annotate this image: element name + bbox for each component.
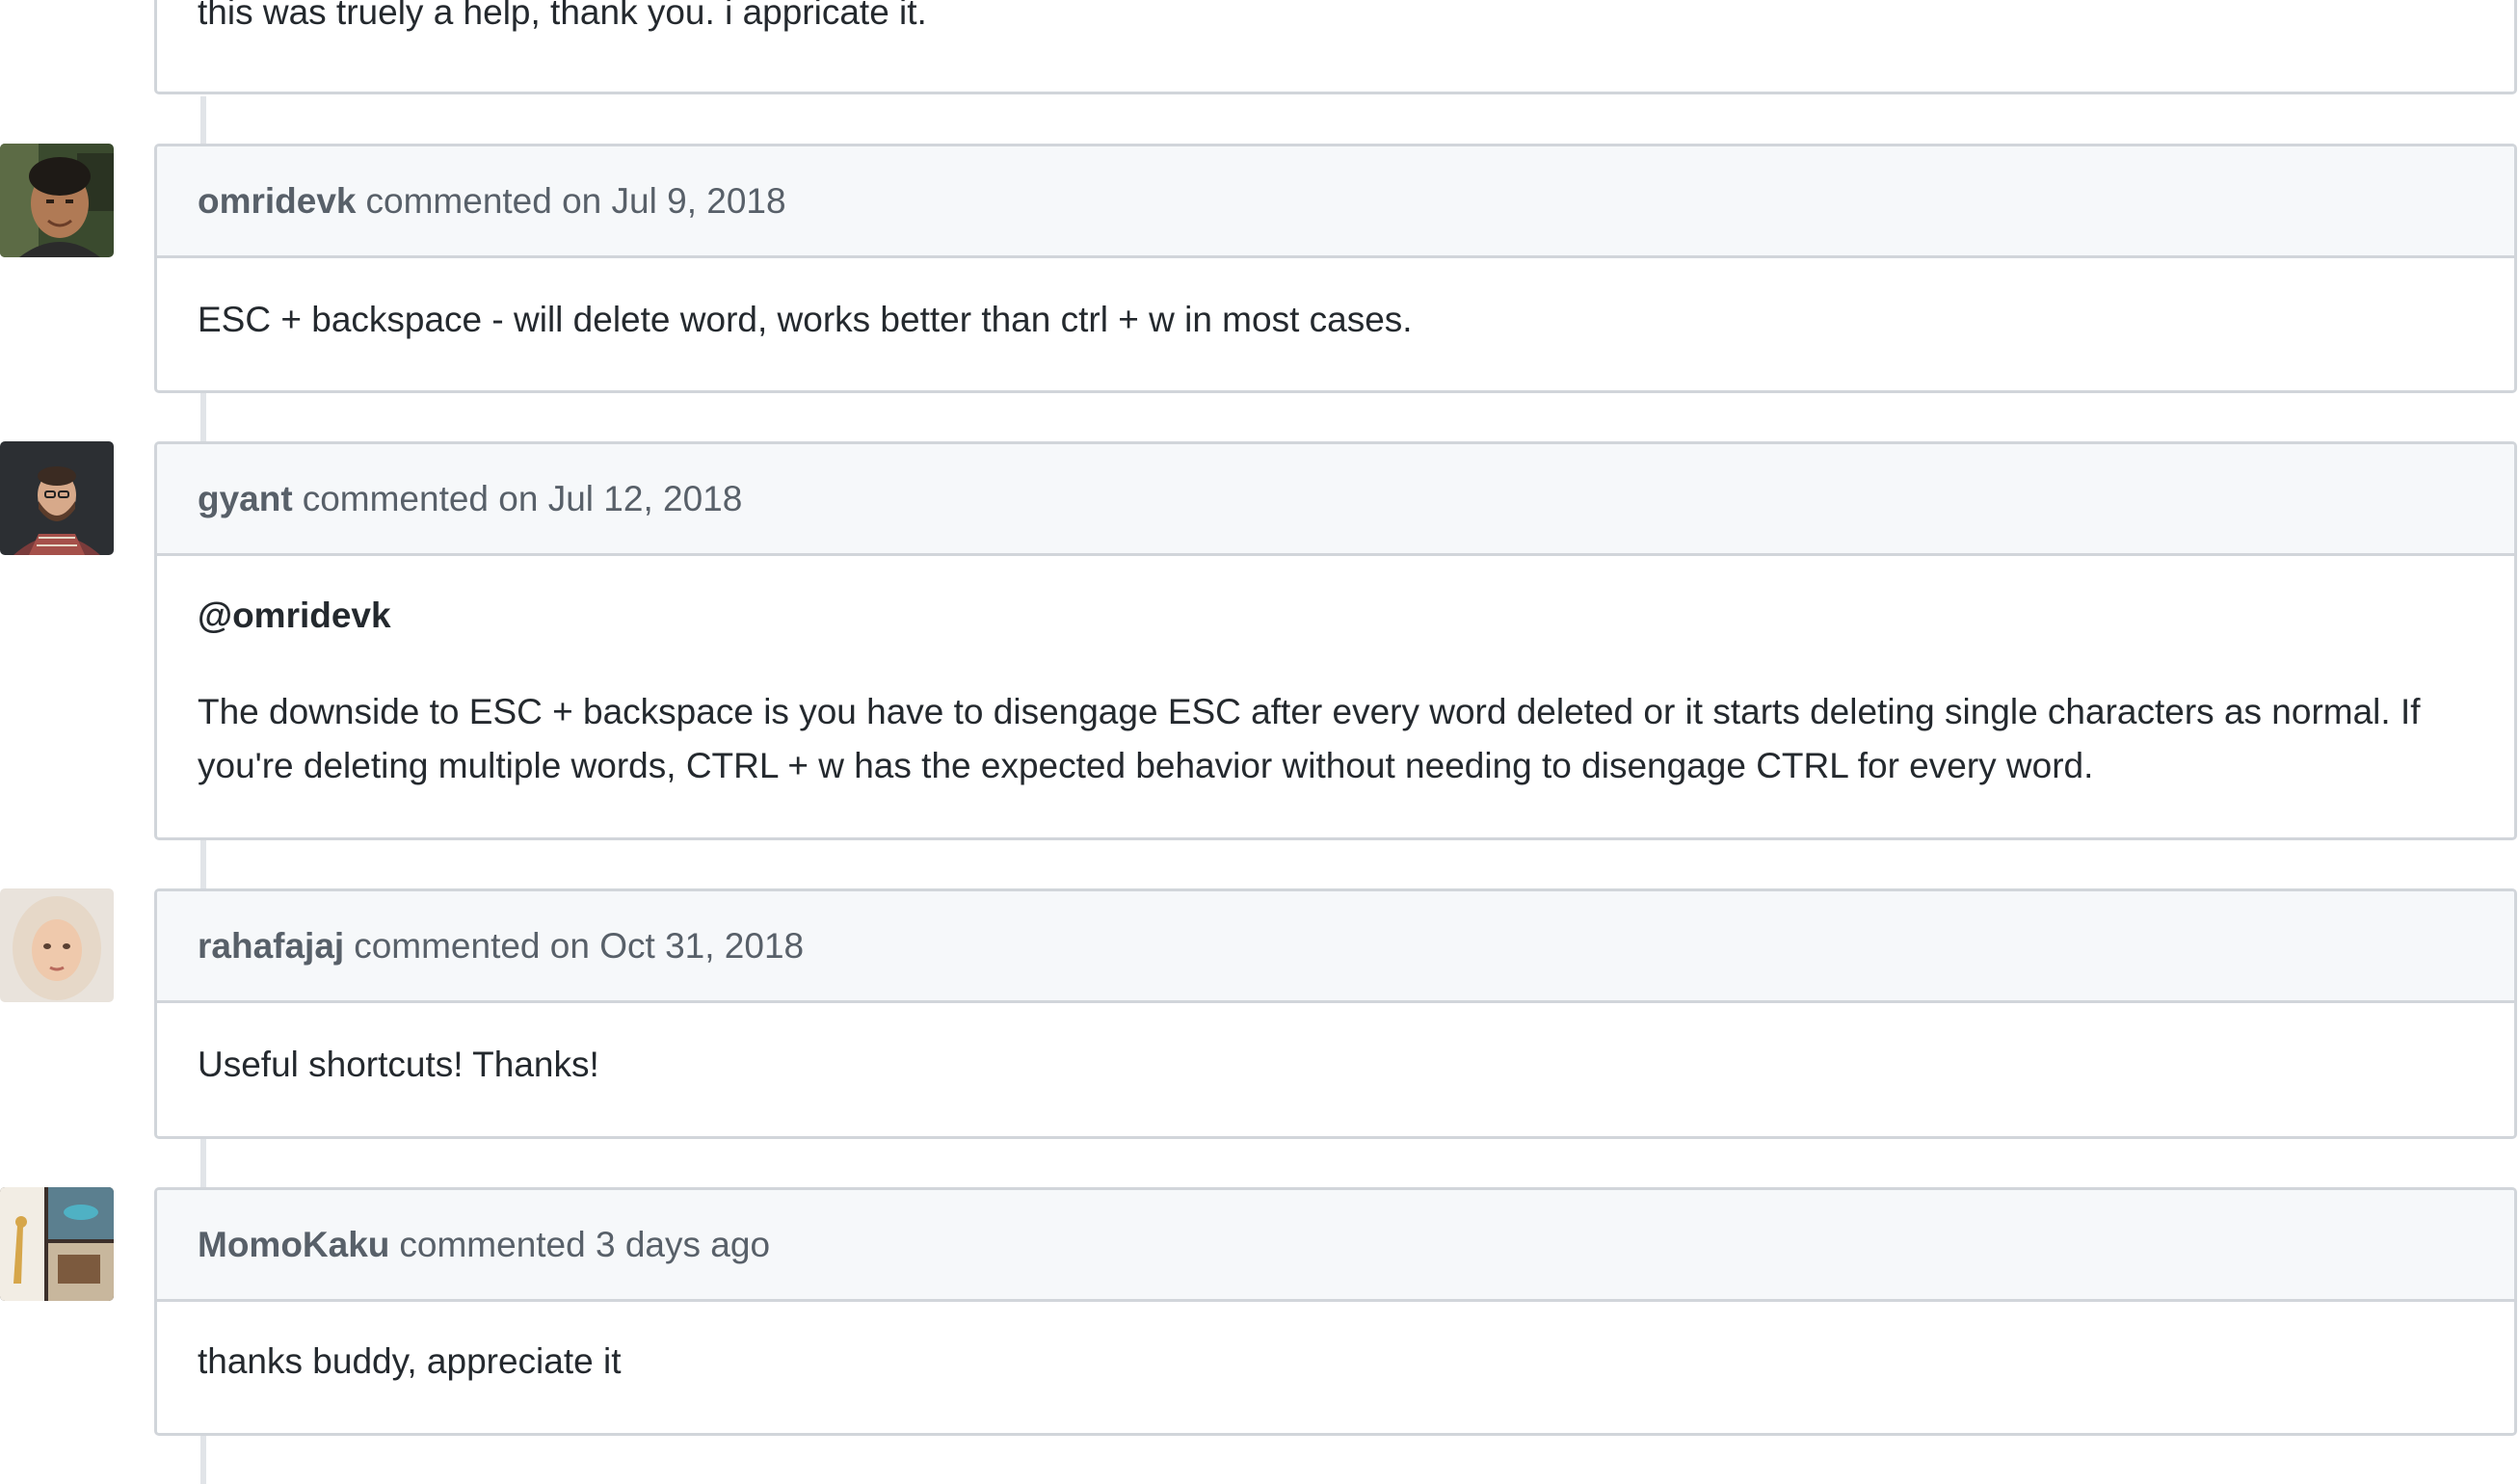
comment-body: ESC + backspace - will delete word, work… [198,300,1413,339]
avatar[interactable] [0,441,114,555]
comment-author-link[interactable]: gyant [198,479,293,519]
avatar-image-rahafajaj [0,888,114,1002]
comment-box: this was truely a help, thank you. i app… [154,0,2517,94]
avatar-image-omridevk [0,144,114,257]
comment-header: gyant commented on Jul 12, 2018 [157,444,2514,556]
comment-box: rahafajaj commented on Oct 31, 2018 Usef… [154,888,2517,1139]
comment-header: MomoKaku commented 3 days ago [157,1190,2514,1302]
user-mention-link[interactable]: @omridevk [198,589,2476,643]
timeline-connector [200,1436,206,1484]
timeline-connector [200,96,206,145]
comment-header: omridevk commented on Jul 9, 2018 [157,146,2514,258]
comment-author-link[interactable]: omridevk [198,181,357,222]
comment-body: thanks buddy, appreciate it [198,1341,622,1381]
comment-box: MomoKaku commented 3 days ago thanks bud… [154,1187,2517,1436]
avatar-image-momokaku [0,1187,114,1301]
comment-box: gyant commented on Jul 12, 2018 @omridev… [154,441,2517,840]
comment-body: Useful shortcuts! Thanks! [198,1045,599,1084]
comment-body: The downside to ESC + backspace is you h… [198,692,2421,785]
avatar[interactable] [0,888,114,1002]
avatar[interactable] [0,144,114,257]
comment-body: this was truely a help, thank you. i app… [198,0,927,32]
comment-timestamp[interactable]: commented on Oct 31, 2018 [354,926,804,967]
comment-timestamp[interactable]: commented on Jul 12, 2018 [303,479,743,519]
timeline-connector [200,840,206,888]
timeline-connector [200,1139,206,1187]
comment-author-link[interactable]: MomoKaku [198,1225,389,1265]
comment-timestamp[interactable]: commented on Jul 9, 2018 [366,181,786,222]
timeline-connector [200,393,206,441]
comment-header: rahafajaj commented on Oct 31, 2018 [157,891,2514,1003]
avatar-image-gyant [0,441,114,555]
comment-timestamp[interactable]: commented 3 days ago [399,1225,770,1265]
comment-timeline: this was truely a help, thank you. i app… [0,0,2519,1484]
avatar[interactable] [0,1187,114,1301]
comment-author-link[interactable]: rahafajaj [198,926,344,967]
comment-box: omridevk commented on Jul 9, 2018 ESC + … [154,144,2517,393]
